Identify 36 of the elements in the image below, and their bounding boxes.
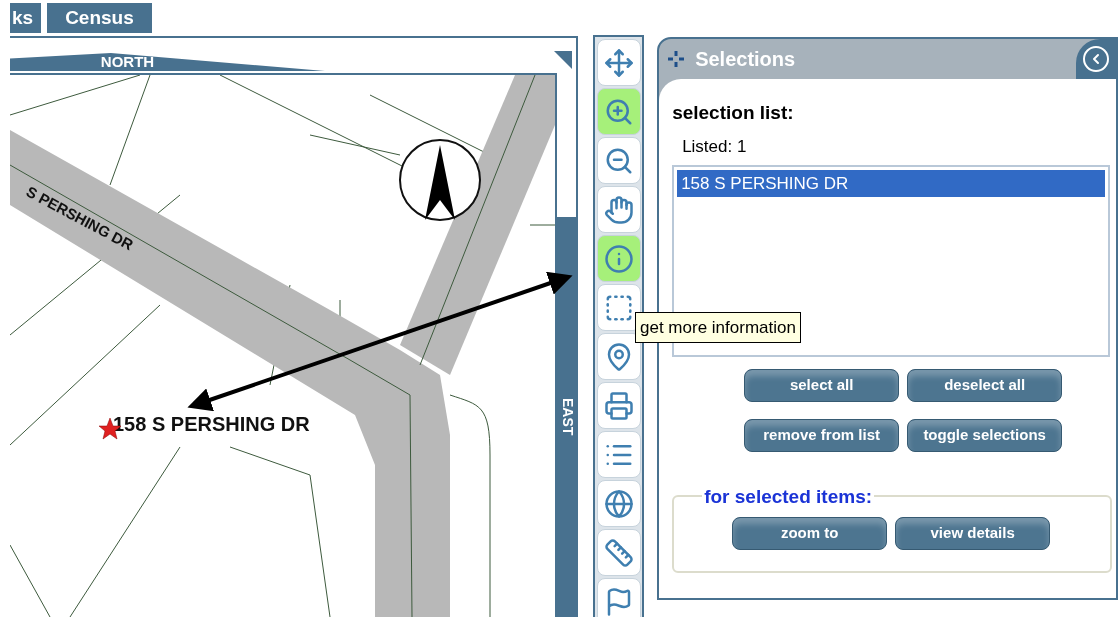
listed-count: Listed: 1 xyxy=(682,135,748,158)
panel-button[interactable]: deselect all xyxy=(907,369,1063,402)
printer-icon xyxy=(604,390,634,421)
map-tool-button[interactable] xyxy=(597,578,641,617)
map-tool-button[interactable] xyxy=(597,88,641,135)
list-heading: selection list: xyxy=(672,101,795,125)
ruler-icon xyxy=(604,537,634,568)
map-tab[interactable]: ks xyxy=(10,3,42,33)
east-banner: EAST xyxy=(557,217,578,617)
map-tool-button[interactable] xyxy=(597,235,641,282)
map-tool-button[interactable] xyxy=(597,529,641,576)
move-arrows-icon xyxy=(604,47,634,78)
panel-title: Selections xyxy=(695,47,796,72)
panel-button[interactable]: select all xyxy=(744,369,900,402)
map-tool-button[interactable] xyxy=(597,333,641,380)
info-icon xyxy=(604,243,634,274)
map-tool-button[interactable] xyxy=(597,431,641,478)
address-label: 158 S PERSHING DR xyxy=(113,413,310,435)
map-tool-button[interactable] xyxy=(597,39,641,86)
list-item[interactable]: 158 S PERSHING DR xyxy=(677,170,1105,197)
map-tool-button[interactable] xyxy=(597,137,641,184)
tooltip: get more information xyxy=(635,312,801,343)
collapse-button[interactable] xyxy=(1083,46,1109,72)
corner-triangle-icon xyxy=(554,51,572,69)
map-tool-button[interactable] xyxy=(597,480,641,527)
panel-button[interactable]: toggle selections xyxy=(907,419,1063,452)
panel-diamond-icon xyxy=(667,50,686,68)
map-tool-button[interactable] xyxy=(597,186,641,233)
panel-button[interactable]: zoom to xyxy=(732,517,888,550)
panel-button[interactable]: remove from list xyxy=(744,419,900,452)
map-tool-button[interactable] xyxy=(597,284,641,331)
hand-icon xyxy=(604,194,634,225)
map-tab[interactable]: Census xyxy=(47,3,152,33)
globe-icon xyxy=(604,488,634,519)
map-tool-button[interactable] xyxy=(597,382,641,429)
panel-button[interactable]: view details xyxy=(895,517,1051,550)
